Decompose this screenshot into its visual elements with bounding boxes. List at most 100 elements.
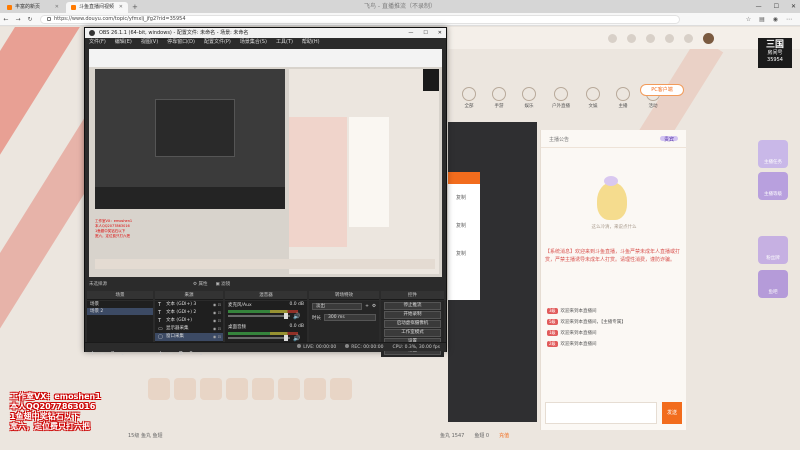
message-icon[interactable] (646, 33, 655, 43)
menu-scene-collection[interactable]: 场景集合(S) (240, 38, 267, 47)
visibility-icon[interactable]: ◉ ⊡ (213, 317, 223, 325)
chat-tab-notice[interactable]: 主播公告 (549, 136, 569, 143)
slider-handle[interactable] (284, 313, 288, 319)
scene-item-selected[interactable]: 场景 2 (87, 308, 153, 315)
properties-button[interactable]: ⚙ 属性 (193, 280, 207, 290)
gear-icon[interactable]: ⚙ (372, 304, 376, 309)
pc-client-button[interactable]: PC客户端 (640, 84, 684, 96)
side-icon-level[interactable]: 主播等级 (758, 172, 788, 200)
window-title: 飞鸟 - 直播推流（不录制） (364, 3, 436, 10)
close-icon[interactable]: ✕ (791, 0, 796, 13)
chat-input[interactable] (545, 402, 657, 424)
mascot-caption: 这么冷清，来说点什么 (591, 225, 637, 230)
source-item[interactable]: T 文本 (GDI+) 3 ◉ ⊡ (155, 301, 223, 309)
refresh-icon[interactable]: ↻ (24, 16, 36, 23)
category-item[interactable]: 娱乐 (522, 87, 536, 109)
down-icon[interactable]: ⌄ (120, 350, 125, 358)
more-icon[interactable]: ⋯ (786, 16, 792, 23)
side-icon-task[interactable]: 主播任务 (758, 140, 788, 168)
gear-icon[interactable]: ⚙ (178, 350, 183, 358)
up-icon[interactable]: ⌃ (188, 350, 193, 358)
volume-slider[interactable] (228, 335, 290, 341)
speaker-icon[interactable]: 🔊 (293, 313, 300, 320)
gift-item[interactable] (174, 378, 196, 400)
scene-item[interactable]: 场景 (87, 301, 153, 308)
maximize-icon[interactable]: ☐ (423, 28, 427, 38)
start-recording-button[interactable]: 开始录制 (384, 311, 441, 319)
source-item[interactable]: ▭ 显示器采集 ◉ ⊡ (155, 325, 223, 333)
slider-handle[interactable] (284, 335, 288, 341)
vip-pill[interactable]: 贵宾 (659, 136, 678, 143)
category-item[interactable]: 户外直播 (552, 87, 570, 109)
maximize-icon[interactable]: ☐ (774, 0, 779, 13)
game-icon[interactable] (684, 33, 693, 43)
visibility-icon[interactable]: ◉ ⊡ (213, 333, 223, 341)
source-item-selected[interactable]: ▢ 窗口采集 ◉ ⊡ (155, 333, 223, 341)
visibility-icon[interactable]: ◉ ⊡ (213, 325, 223, 333)
gift-item[interactable] (330, 378, 352, 400)
volume-slider[interactable] (228, 313, 290, 319)
download-icon[interactable] (665, 33, 674, 43)
back-icon[interactable]: ← (0, 16, 12, 23)
close-icon[interactable]: ✕ (55, 2, 59, 13)
side-icon-bar[interactable]: 鱼吧 (758, 270, 788, 298)
minimize-icon[interactable]: — (756, 0, 762, 13)
menu-edit[interactable]: 编辑(E) (115, 38, 132, 47)
obs-preview[interactable]: 工作室VX：emoshen1 本人QQ2077863016 1鱼翅中奖钻石以下 … (89, 49, 442, 277)
gift-item[interactable] (148, 378, 170, 400)
category-item[interactable]: 文娱 (586, 87, 600, 109)
menu-file[interactable]: 文件(F) (89, 38, 106, 47)
gift-item[interactable] (226, 378, 248, 400)
follow-icon[interactable] (627, 33, 636, 43)
avatar[interactable] (703, 32, 714, 44)
browser-tab-active[interactable]: 斗鱼直播间视频 ✕ (66, 2, 128, 13)
menu-docks[interactable]: 停靠窗口(D) (167, 38, 195, 47)
gift-item[interactable] (304, 378, 326, 400)
up-icon[interactable]: ⌃ (110, 350, 115, 358)
browser-tab[interactable]: 丰富的新页 ✕ (2, 2, 64, 13)
filters-button[interactable]: ▣ 滤镜 (215, 280, 230, 290)
virtual-camera-button[interactable]: 启动虚拟摄像机 (384, 320, 441, 328)
menu-profile[interactable]: 配置文件(P) (204, 38, 231, 47)
transition-select[interactable]: 淡出 (312, 303, 363, 310)
source-item[interactable]: T 文本 (GDI+) 2 ◉ ⊡ (155, 309, 223, 317)
send-button[interactable]: 发送 (662, 402, 682, 424)
visibility-icon[interactable]: ◉ ⊡ (213, 301, 223, 309)
recharge-button[interactable]: 充值 (499, 432, 509, 439)
history-icon[interactable] (608, 33, 617, 43)
category-item[interactable]: 手游 (492, 87, 506, 109)
remove-icon[interactable]: − (100, 350, 105, 358)
gift-item[interactable] (200, 378, 222, 400)
add-icon[interactable]: + (90, 350, 95, 358)
stop-streaming-button[interactable]: 停止推流 (384, 302, 441, 310)
gift-item[interactable] (252, 378, 274, 400)
profile-icon[interactable]: ◉ (773, 16, 778, 23)
speaker-icon[interactable]: 🔊 (293, 335, 300, 342)
studio-mode-button[interactable]: 工作室模式 (384, 329, 441, 337)
down-icon[interactable]: ⌄ (198, 350, 203, 358)
visibility-icon[interactable]: ◉ ⊡ (213, 309, 223, 317)
remove-icon[interactable]: − (168, 350, 173, 358)
cpu-status: CPU: 0.3%, 30.00 fps (392, 345, 441, 350)
menu-view[interactable]: 视图(V) (141, 38, 158, 47)
collections-icon[interactable]: ▤ (759, 16, 765, 23)
menu-tools[interactable]: 工具(T) (276, 38, 293, 47)
close-icon[interactable]: ✕ (119, 2, 123, 13)
forward-icon[interactable]: → (12, 16, 24, 23)
source-item[interactable]: T 文本 (GDI+) ◉ ⊡ (155, 317, 223, 325)
chat-message: 5级 欢迎来到本直播间，【主播专属】 (547, 319, 626, 325)
add-icon[interactable]: + (158, 350, 163, 358)
new-tab-button[interactable]: + (132, 2, 138, 13)
gift-item[interactable] (278, 378, 300, 400)
close-icon[interactable]: ✕ (438, 28, 442, 38)
address-bar[interactable]: https://www.douyu.com/topic/yfmxlj_jfg2?… (40, 14, 680, 24)
star-icon[interactable]: ☆ (746, 16, 751, 23)
add-icon[interactable]: + (365, 304, 369, 309)
menu-help[interactable]: 帮助(H) (302, 38, 320, 47)
rec-dot-icon (345, 344, 350, 348)
category-item[interactable]: 全部 (462, 87, 476, 109)
minimize-icon[interactable]: — (408, 28, 413, 38)
category-item[interactable]: 主播 (616, 87, 630, 109)
side-icon-fans[interactable]: 粉丝牌 (758, 236, 788, 264)
duration-input[interactable]: 300 ms (324, 314, 376, 321)
